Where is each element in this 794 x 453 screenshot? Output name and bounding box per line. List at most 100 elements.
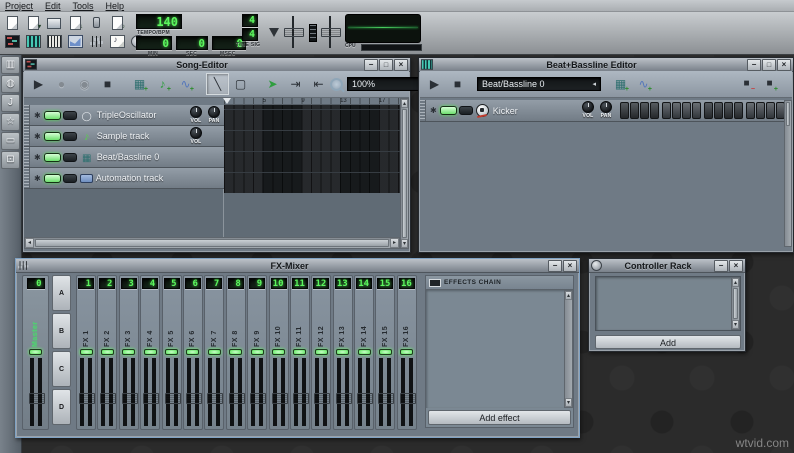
piano-roll-toggle-button[interactable] bbox=[44, 33, 64, 50]
add-automation-track-button[interactable]: ∿ + bbox=[174, 73, 197, 95]
fx-channel-led[interactable] bbox=[186, 349, 199, 355]
fx-fader[interactable] bbox=[250, 358, 264, 426]
bank-button[interactable]: C bbox=[52, 351, 71, 387]
track-solo-led[interactable] bbox=[63, 132, 77, 141]
playhead-marker[interactable] bbox=[223, 98, 231, 104]
bank-button[interactable]: A bbox=[52, 275, 71, 311]
fx-fader[interactable] bbox=[79, 358, 93, 426]
remove-steps-button[interactable]: ■ − bbox=[735, 73, 758, 95]
track-mute-led[interactable] bbox=[44, 174, 61, 183]
song-vertical-scrollbar[interactable] bbox=[400, 98, 409, 249]
menu-item[interactable]: Project bbox=[5, 1, 33, 11]
fx-channel-led[interactable] bbox=[379, 349, 392, 355]
track-actions-gear-icon[interactable] bbox=[34, 153, 41, 162]
add-sample-track-button[interactable]: ♪ + bbox=[151, 73, 174, 95]
scroll-down-button[interactable] bbox=[401, 239, 408, 248]
fx-channel-led[interactable] bbox=[80, 349, 93, 355]
fx-channel-led[interactable] bbox=[165, 349, 178, 355]
scroll-up-button[interactable] bbox=[732, 278, 739, 287]
add-effect-button[interactable]: Add effect bbox=[428, 410, 571, 425]
edit-mode-button[interactable]: ▢ bbox=[229, 73, 252, 95]
fader-handle[interactable] bbox=[143, 393, 159, 404]
beat-step-cell[interactable] bbox=[630, 102, 639, 119]
automation-editor-toggle-button[interactable] bbox=[65, 33, 85, 50]
track-solo-led[interactable] bbox=[63, 174, 77, 183]
master-volume-handle[interactable] bbox=[284, 28, 304, 37]
fx-channel-led[interactable] bbox=[336, 349, 349, 355]
fx-channel-led[interactable] bbox=[272, 349, 285, 355]
track-name[interactable]: Sample track bbox=[97, 131, 150, 141]
knob-dial[interactable] bbox=[190, 127, 202, 139]
scrollbar-track[interactable] bbox=[565, 300, 572, 398]
fader-handle[interactable] bbox=[79, 393, 95, 404]
close-button[interactable] bbox=[563, 260, 577, 272]
stop-button[interactable]: ■ bbox=[446, 73, 469, 95]
bb-track-row[interactable]: Kicker VOL PAN bbox=[420, 100, 787, 122]
knob-dial[interactable] bbox=[190, 106, 202, 118]
beat-step-cell[interactable] bbox=[662, 102, 671, 119]
fx-channel-strip[interactable]: 16 FX 16 bbox=[397, 275, 417, 430]
beat-step-cell[interactable] bbox=[714, 102, 723, 119]
beat-step-cell[interactable] bbox=[724, 102, 733, 119]
fx-fader[interactable] bbox=[165, 358, 179, 426]
fader-handle[interactable] bbox=[336, 393, 352, 404]
scrollbar-track[interactable] bbox=[785, 101, 791, 246]
fader-handle[interactable] bbox=[207, 393, 223, 404]
controller-rack-scrollbar[interactable] bbox=[731, 277, 740, 330]
master-channel-led[interactable] bbox=[29, 349, 42, 355]
goto-end-button[interactable]: ⇥ bbox=[284, 73, 307, 95]
song-track-row[interactable]: Beat/Bassline 0 bbox=[24, 147, 224, 168]
fader-handle[interactable] bbox=[165, 393, 181, 404]
add-steps-button[interactable]: ■ + bbox=[758, 73, 781, 95]
record-play-button[interactable]: ◉ bbox=[73, 73, 96, 95]
beat-step-cell[interactable] bbox=[746, 102, 755, 119]
stop-button[interactable]: ■ bbox=[96, 73, 119, 95]
fx-mixer-toggle-button[interactable] bbox=[86, 33, 106, 50]
scrollbar-thumb[interactable] bbox=[402, 109, 407, 238]
timesig-numerator-display[interactable]: 4 bbox=[242, 14, 258, 27]
song-editor-titlebar[interactable]: Song-Editor bbox=[23, 58, 410, 72]
add-bb-track-button[interactable]: ▦ + bbox=[609, 73, 632, 95]
fx-channel-strip[interactable]: 9 FX 9 bbox=[247, 275, 267, 430]
fader-handle[interactable] bbox=[378, 393, 394, 404]
minimize-button[interactable] bbox=[364, 59, 378, 71]
fx-channel-strip[interactable]: 1 FX 1 bbox=[76, 275, 96, 430]
timesig-denominator-display[interactable]: 4 bbox=[242, 28, 258, 41]
master-volume-slider[interactable] bbox=[284, 16, 302, 48]
beat-step-cell[interactable] bbox=[692, 102, 701, 119]
export-midi-button[interactable]: ♪ bbox=[107, 14, 127, 31]
track-grip-handle[interactable] bbox=[24, 168, 30, 188]
song-track-row[interactable]: Sample track VOL bbox=[24, 126, 224, 147]
scrollbar-track[interactable] bbox=[34, 238, 390, 248]
scrollbar-thumb[interactable] bbox=[733, 288, 738, 319]
track-actions-gear-icon[interactable] bbox=[34, 132, 41, 141]
fx-channel-led[interactable] bbox=[229, 349, 242, 355]
pattern-selector-combobox[interactable]: Beat/Bassline 0 bbox=[477, 77, 601, 91]
minimize-button[interactable] bbox=[714, 260, 728, 272]
menu-item[interactable]: Help bbox=[106, 1, 125, 11]
fx-fader[interactable] bbox=[336, 358, 350, 426]
fx-channel-strip[interactable]: 6 FX 6 bbox=[183, 275, 203, 430]
fx-channel-led[interactable] bbox=[101, 349, 114, 355]
fader-handle[interactable] bbox=[272, 393, 288, 404]
computer-icon[interactable]: ⊡ bbox=[1, 151, 20, 169]
fx-channel-led[interactable] bbox=[122, 349, 135, 355]
scroll-down-button[interactable] bbox=[565, 398, 572, 407]
export-project-button[interactable]: ↓ bbox=[65, 14, 85, 31]
bb-editor-toggle-button[interactable] bbox=[23, 33, 43, 50]
import-file-button[interactable] bbox=[86, 14, 106, 31]
play-button[interactable]: ▶ bbox=[27, 73, 50, 95]
beat-step-cell[interactable] bbox=[756, 102, 765, 119]
track-volume-knob[interactable]: VOL bbox=[190, 127, 202, 145]
scroll-left-button[interactable] bbox=[25, 238, 34, 248]
fx-fader[interactable] bbox=[357, 358, 371, 426]
presets-icon[interactable]: J bbox=[1, 94, 20, 112]
scroll-right-button[interactable] bbox=[390, 238, 399, 248]
beat-step-cell[interactable] bbox=[682, 102, 691, 119]
open-project-button[interactable]: ▾ bbox=[23, 14, 43, 31]
fader-handle[interactable] bbox=[186, 393, 202, 404]
fader-handle[interactable] bbox=[314, 393, 330, 404]
save-project-button[interactable] bbox=[44, 14, 64, 31]
track-volume-knob[interactable]: VOL bbox=[582, 101, 594, 119]
fx-channel-led[interactable] bbox=[400, 349, 413, 355]
